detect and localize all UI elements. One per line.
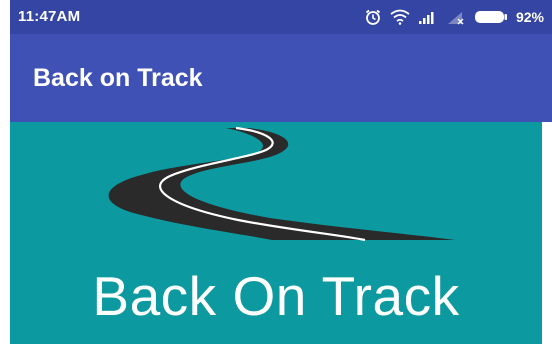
- splash-title: Back On Track: [92, 265, 460, 327]
- battery-percent: 92%: [515, 9, 544, 25]
- app-title: Back on Track: [33, 64, 203, 92]
- no-signal-icon: [446, 9, 466, 25]
- status-icons: 92%: [364, 6, 544, 28]
- alarm-icon: [364, 8, 382, 26]
- signal-icon: [418, 9, 438, 25]
- wifi-icon: [390, 9, 410, 25]
- battery-icon: [474, 10, 508, 24]
- status-bar: 11:47AM 92%: [10, 0, 552, 34]
- splash-screen: Back On Track: [10, 122, 542, 344]
- app-bar: Back on Track: [10, 34, 552, 122]
- road-icon: [108, 126, 455, 242]
- status-time: 11:47AM: [18, 8, 81, 25]
